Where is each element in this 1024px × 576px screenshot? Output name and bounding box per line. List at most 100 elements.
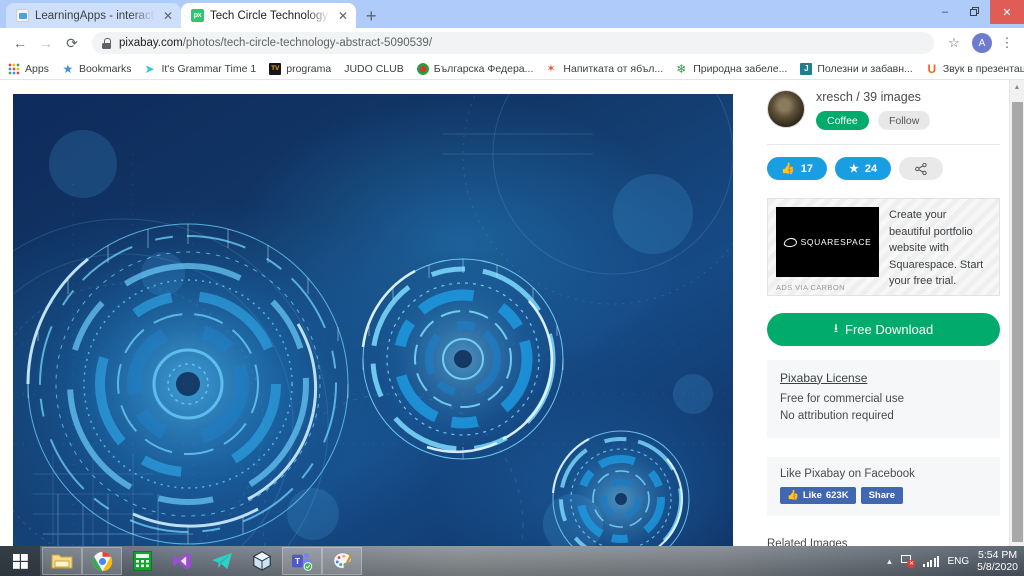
follow-button[interactable]: Follow: [877, 111, 931, 130]
bookmarks-bar: Apps ★ Bookmarks ➤ It's Grammar Time 1 T…: [0, 58, 1024, 80]
star-icon: ★: [848, 163, 859, 175]
clock[interactable]: 5:54 PM 5/8/2020: [977, 549, 1018, 573]
leaf-icon: ❄: [676, 61, 687, 76]
facebook-share-button[interactable]: Share: [860, 486, 903, 504]
visual-studio-icon[interactable]: [162, 547, 202, 575]
bookmark-bulgarian-federation[interactable]: Българска Федера...: [416, 62, 533, 75]
bookmark-drink[interactable]: ✶ Напитката от ябъл...: [546, 63, 663, 75]
forward-button[interactable]: →: [34, 31, 58, 55]
like-button[interactable]: 👍 17: [767, 157, 827, 180]
network-error-icon[interactable]: ✕: [901, 555, 916, 568]
bookmark-label: It's Grammar Time 1: [161, 62, 257, 75]
bookmark-label: Apps: [25, 62, 49, 75]
bookmark-bookmarks[interactable]: ★ Bookmarks: [62, 63, 132, 75]
calculator-icon[interactable]: [122, 547, 162, 575]
windows-logo-icon: [12, 553, 28, 569]
bookmark-label: Bookmarks: [78, 62, 132, 75]
profile-avatar[interactable]: A: [972, 33, 992, 53]
thumbs-up-icon: 👍: [781, 163, 795, 175]
pixabay-icon: px: [191, 9, 204, 22]
star-icon: ★: [62, 61, 74, 76]
bookmark-sound-presentation[interactable]: U Звук в презентаци...: [926, 63, 1024, 75]
pixabay-photo-page: xresch / 39 images Coffee Follow 👍 17 ★ …: [0, 80, 1024, 576]
start-button[interactable]: [0, 546, 40, 576]
tab-learningapps[interactable]: LearningApps - interactive and m ✕: [6, 3, 181, 28]
carbon-ad[interactable]: SQUARESPACE Create your beautiful portfo…: [767, 198, 1000, 296]
signal-bars-icon[interactable]: [923, 555, 940, 567]
author-block: xresch / 39 images Coffee Follow: [767, 88, 1000, 130]
photo-container[interactable]: [13, 94, 733, 554]
tech-circle-photo[interactable]: [13, 94, 733, 554]
bookmark-grammar-time[interactable]: ➤ It's Grammar Time 1: [144, 63, 256, 75]
chrome-menu-icon[interactable]: ⋮: [998, 36, 1016, 49]
free-download-button[interactable]: ⭳ Free Download: [767, 312, 1000, 346]
author-name[interactable]: xresch / 39 images: [816, 90, 930, 104]
google-chrome-icon[interactable]: [82, 547, 122, 575]
squarespace-mark-icon: [784, 237, 797, 248]
browser-toolbar: ← → ⟳ pixabay.com/photos/tech-circle-tec…: [0, 28, 1024, 58]
ad-credit[interactable]: ADS VIA CARBON: [776, 283, 845, 292]
scrollbar-thumb[interactable]: [1012, 102, 1023, 542]
restore-button[interactable]: [960, 0, 990, 24]
tab-pixabay[interactable]: px Tech Circle Technology - Free ph ✕: [181, 3, 356, 28]
bookmark-label: Полезни и забавн...: [817, 62, 913, 75]
bookmark-apps[interactable]: Apps: [8, 62, 49, 75]
close-icon[interactable]: ✕: [338, 10, 348, 22]
telegram-icon[interactable]: [202, 547, 242, 575]
url-text: pixabay.com/photos/tech-circle-technolog…: [119, 37, 432, 49]
svg-text:T: T: [295, 557, 300, 566]
favorite-button[interactable]: ★ 24: [834, 157, 892, 180]
author-info: xresch / 39 images Coffee Follow: [816, 90, 931, 130]
paint-icon[interactable]: [322, 547, 362, 575]
address-bar[interactable]: pixabay.com/photos/tech-circle-technolog…: [92, 32, 934, 54]
share-button[interactable]: [899, 157, 944, 180]
minimize-button[interactable]: –: [930, 0, 960, 24]
lock-icon: [102, 37, 111, 49]
close-button[interactable]: ✕: [990, 0, 1024, 24]
virtualbox-icon[interactable]: [242, 547, 282, 575]
show-hidden-icons-icon[interactable]: ▲: [886, 557, 894, 566]
u-icon: U: [927, 61, 937, 76]
page-scrollbar[interactable]: ▲: [1009, 80, 1024, 576]
bookmark-label: programa: [286, 62, 332, 75]
tab-strip: LearningApps - interactive and m ✕ px Te…: [0, 0, 1024, 28]
back-button[interactable]: ←: [8, 31, 32, 55]
j-square-icon: J: [800, 62, 813, 75]
paint-glyph: [332, 551, 352, 569]
drink-icon: ✶: [546, 62, 556, 75]
download-icon: ⭳: [833, 320, 839, 335]
telegram-glyph: [212, 552, 232, 570]
download-label: Free Download: [845, 321, 934, 337]
microsoft-teams-icon[interactable]: T: [282, 547, 322, 575]
bookmark-star-icon[interactable]: ☆: [942, 35, 966, 51]
windows-taskbar: T ▲ ✕ ENG 5:54 PM 5/8/2020: [0, 546, 1024, 576]
bookmark-label: Природна забеле...: [693, 62, 788, 75]
file-explorer-icon[interactable]: [42, 547, 82, 575]
bookmark-nature[interactable]: ❄ Природна забеле...: [676, 63, 787, 75]
bookmark-programa[interactable]: TV programa: [269, 62, 332, 75]
facebook-like-button[interactable]: 👍 Like 623K: [780, 486, 856, 504]
taskbar-items: T: [42, 547, 362, 575]
error-badge-icon: ✕: [907, 560, 916, 568]
facebook-like-count: 623K: [825, 489, 849, 501]
pixabay-license-link[interactable]: Pixabay License: [780, 371, 987, 385]
language-indicator[interactable]: ENG: [947, 556, 969, 567]
action-buttons: 👍 17 ★ 24: [767, 157, 1000, 180]
window-controls: – ✕: [930, 0, 1024, 24]
avatar[interactable]: [767, 90, 805, 128]
coffee-button[interactable]: Coffee: [816, 111, 869, 130]
page-content: xresch / 39 images Coffee Follow 👍 17 ★ …: [0, 80, 1024, 576]
like-count: 17: [800, 162, 813, 175]
tv-icon: TV: [269, 62, 282, 75]
scroll-up-icon[interactable]: ▲: [1010, 80, 1024, 96]
tech-circle-artwork: [13, 94, 733, 554]
new-tab-button[interactable]: +: [366, 7, 377, 25]
squarespace-logo: SQUARESPACE: [776, 207, 879, 277]
bookmark-useful-fun[interactable]: J Полезни и забавн...: [800, 62, 913, 75]
telegram-icon: ➤: [144, 61, 155, 76]
license-line-2: No attribution required: [780, 409, 894, 422]
close-icon[interactable]: ✕: [163, 10, 173, 22]
ad-body-text: Create your beautiful portfolio website …: [889, 209, 984, 287]
bookmark-judo-club[interactable]: JUDO CLUB: [344, 63, 404, 75]
reload-button[interactable]: ⟳: [60, 31, 84, 55]
